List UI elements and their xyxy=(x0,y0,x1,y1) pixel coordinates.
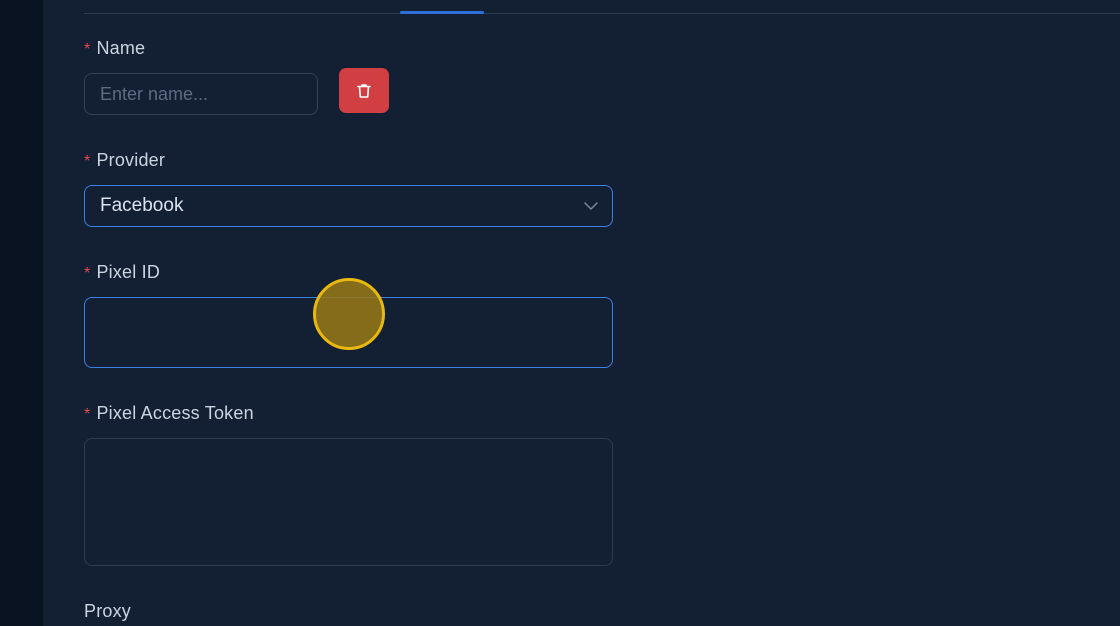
pixel-id-input[interactable] xyxy=(84,297,613,368)
pixel-access-token-label: * Pixel Access Token xyxy=(84,403,254,424)
provider-select[interactable]: Facebook xyxy=(84,185,613,227)
required-mark: * xyxy=(84,265,91,282)
pixel-access-token-textarea[interactable] xyxy=(84,438,613,566)
trash-icon xyxy=(357,83,371,98)
name-input[interactable] xyxy=(84,73,318,115)
left-sidebar-edge xyxy=(0,0,43,626)
provider-label: * Provider xyxy=(84,150,165,171)
required-mark: * xyxy=(84,41,91,58)
tab-divider xyxy=(84,13,1120,14)
name-label-text: Name xyxy=(96,38,146,58)
proxy-label-text: Proxy xyxy=(84,601,132,621)
pixel-id-label-text: Pixel ID xyxy=(96,262,161,282)
active-tab-indicator xyxy=(400,11,484,14)
delete-button[interactable] xyxy=(339,68,389,113)
name-label: * Name xyxy=(84,38,145,59)
required-mark: * xyxy=(84,406,91,423)
pixel-id-label: * Pixel ID xyxy=(84,262,160,283)
pixel-access-token-label-text: Pixel Access Token xyxy=(96,403,254,423)
required-mark: * xyxy=(84,153,91,170)
chevron-down-icon xyxy=(584,202,598,210)
provider-selected-value: Facebook xyxy=(100,195,184,216)
proxy-label: Proxy xyxy=(84,601,131,622)
provider-label-text: Provider xyxy=(96,150,166,170)
